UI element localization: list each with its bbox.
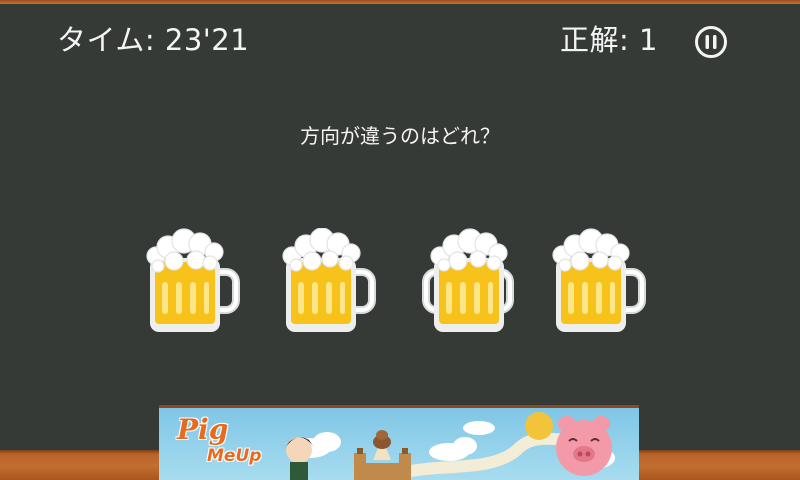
ad-subtitle: MeUp — [207, 446, 262, 466]
beer-mug-icon — [422, 228, 514, 332]
beer-mug-icon — [146, 228, 240, 332]
pause-icon — [695, 26, 727, 58]
ad-artwork — [285, 412, 615, 480]
time-display: タイム: 23'21 — [57, 23, 250, 57]
beer-mug-choice-2[interactable] — [280, 228, 380, 334]
beer-mug-choice-1[interactable] — [144, 228, 244, 334]
beer-mug-icon — [282, 228, 376, 332]
chalkboard — [0, 4, 800, 450]
correct-count: 正解: 1 — [560, 23, 658, 57]
ad-title: Pig — [177, 413, 229, 446]
question-text: 方向が違うのはどれ？ — [300, 124, 500, 148]
beer-mug-choice-3[interactable] — [418, 228, 518, 334]
beer-mug-choice-4[interactable] — [550, 228, 650, 334]
beer-mug-icon — [552, 228, 646, 332]
ad-banner[interactable]: Pig MeUp — [159, 405, 639, 480]
pause-button[interactable] — [694, 25, 728, 59]
